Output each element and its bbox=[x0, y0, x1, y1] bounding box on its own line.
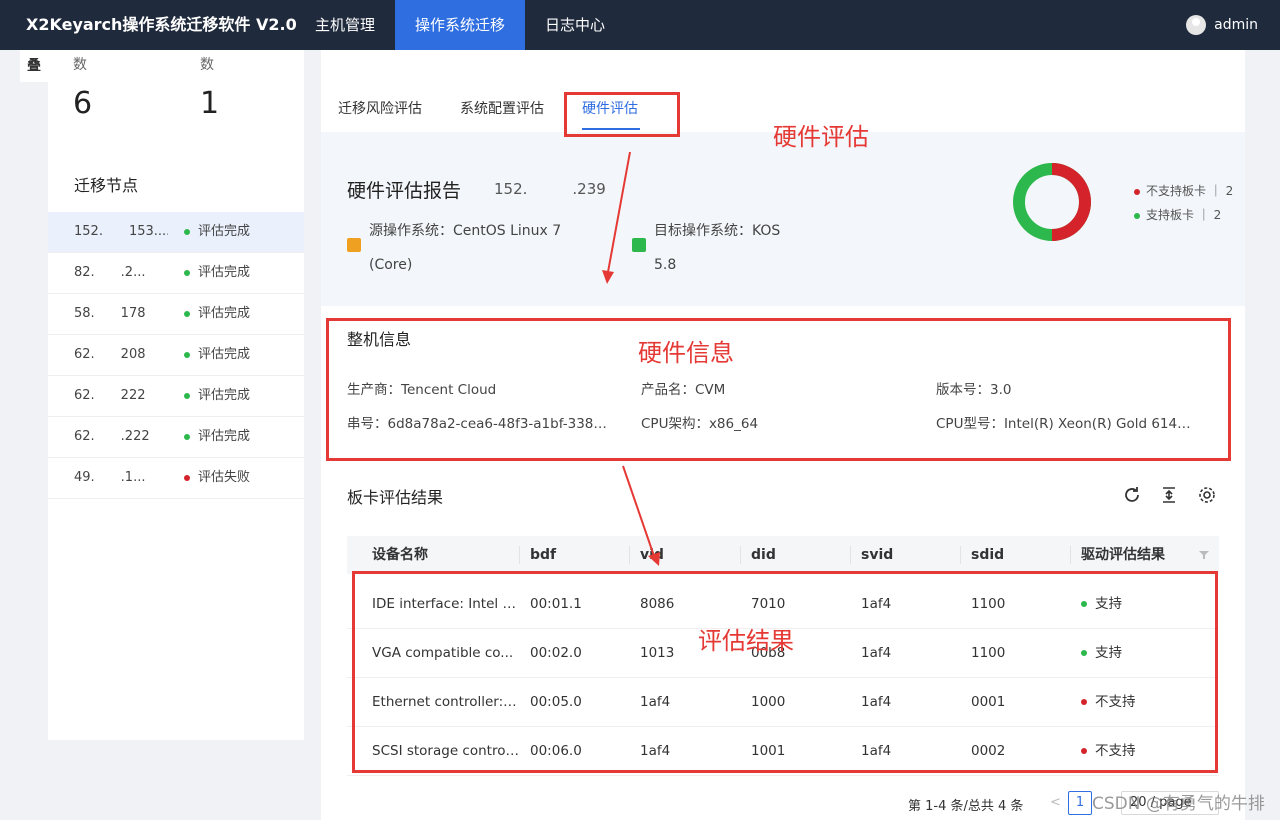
status-dot-icon bbox=[184, 433, 190, 440]
col-divider bbox=[740, 546, 741, 564]
target-os-icon bbox=[632, 238, 646, 252]
status-dot-icon bbox=[184, 228, 190, 235]
user-menu[interactable]: admin bbox=[1186, 0, 1258, 50]
top-bar: X2Keyarch操作系统迁移软件 V2.0 主机管理 操作系统迁移 日志中心 … bbox=[0, 0, 1280, 50]
col-divider bbox=[519, 546, 520, 564]
node-status: 评估完成 bbox=[198, 224, 251, 239]
col-divider bbox=[850, 546, 851, 564]
node-status: 评估完成 bbox=[198, 347, 251, 362]
legend-supported: 支持板卡 ｜ 2 bbox=[1134, 206, 1221, 223]
density-icon[interactable] bbox=[1158, 484, 1180, 506]
target-os: 目标操作系统：KOS 5.8 bbox=[654, 214, 780, 282]
app-title: X2Keyarch操作系统迁移软件 V2.0 bbox=[26, 15, 297, 34]
node-item[interactable]: 62. 222 评估完成 bbox=[48, 376, 304, 417]
status-dot-icon bbox=[184, 310, 190, 317]
annotation-label: 评估结果 bbox=[698, 627, 794, 655]
node-ip: 62. 208 bbox=[74, 347, 146, 362]
node-panel: 数 6 数 1 迁移节点 152. 153.... 评估完成 82. .2... 评… bbox=[48, 50, 304, 740]
tab-migration-risk[interactable]: 迁移风险评估 bbox=[338, 98, 422, 118]
legend-unsupported: 不支持板卡 ｜ 2 bbox=[1134, 182, 1233, 199]
nav-log-center[interactable]: 日志中心 bbox=[526, 0, 624, 50]
stat-label: 数 bbox=[73, 57, 87, 73]
legend-dot-icon bbox=[1134, 188, 1140, 195]
status-dot-icon bbox=[184, 474, 190, 481]
legend-label: 不支持板卡 ｜ 2 bbox=[1146, 184, 1234, 198]
legend-label: 支持板卡 ｜ 2 bbox=[1146, 208, 1222, 222]
annotation-box-hardware-tab bbox=[564, 92, 680, 137]
node-item[interactable]: 152. 153.... 评估完成 bbox=[48, 212, 304, 253]
node-status: 评估完成 bbox=[198, 265, 251, 280]
node-list-title: 迁移节点 bbox=[74, 176, 139, 195]
node-status: 评估完成 bbox=[198, 388, 251, 403]
col-driver-result[interactable]: 驱动评估结果 bbox=[1081, 536, 1165, 574]
col-divider bbox=[960, 546, 961, 564]
collapse-tab[interactable]: 叠 bbox=[20, 50, 48, 82]
node-ip: 62. 222 bbox=[74, 388, 146, 403]
node-item[interactable]: 49. .1... 评估失败 bbox=[48, 458, 304, 499]
col-svid[interactable]: svid bbox=[861, 536, 893, 574]
table-header: 设备名称 bdf vid did svid sdid 驱动评估结果 bbox=[347, 536, 1219, 574]
nav-os-migration[interactable]: 操作系统迁移 bbox=[395, 0, 525, 50]
source-os: 源操作系统：CentOS Linux 7 (Core) bbox=[369, 214, 561, 282]
report-summary: 硬件评估报告 152. .239 源操作系统：CentOS Linux 7 (Co… bbox=[321, 132, 1245, 306]
node-ip: 152. 153.... bbox=[74, 224, 168, 239]
target-os-label-cont: 5.8 bbox=[654, 257, 677, 273]
col-vid[interactable]: vid bbox=[640, 536, 664, 574]
refresh-icon[interactable] bbox=[1121, 484, 1143, 506]
node-status: 评估失败 bbox=[198, 470, 251, 485]
nav-host-management[interactable]: 主机管理 bbox=[296, 0, 394, 50]
status-dot-icon bbox=[184, 351, 190, 358]
status-dot-icon bbox=[184, 392, 190, 399]
col-divider bbox=[629, 546, 630, 564]
annotation-label: 硬件评估 bbox=[773, 123, 869, 151]
target-os-label: 目标操作系统：KOS bbox=[654, 223, 781, 239]
watermark: CSDN @有勇气的牛排 bbox=[1092, 794, 1265, 814]
settings-icon[interactable] bbox=[1196, 484, 1218, 506]
col-divider bbox=[1070, 546, 1071, 564]
pagination-summary: 第 1-4 条/总共 4 条 bbox=[908, 799, 1024, 814]
node-status: 评估完成 bbox=[198, 306, 251, 321]
tab-system-config[interactable]: 系统配置评估 bbox=[460, 98, 544, 118]
col-bdf[interactable]: bdf bbox=[530, 536, 556, 574]
node-status: 评估完成 bbox=[198, 429, 251, 444]
node-item[interactable]: 62. .222 评估完成 bbox=[48, 417, 304, 458]
report-ip: 152. .239 bbox=[494, 180, 606, 198]
node-ip: 58. 178 bbox=[74, 306, 146, 321]
node-item[interactable]: 62. 208 评估完成 bbox=[48, 335, 304, 376]
page-1-button[interactable]: 1 bbox=[1068, 791, 1092, 815]
node-item[interactable]: 58. 178 评估完成 bbox=[48, 294, 304, 335]
node-item[interactable]: 82. .2... 评估完成 bbox=[48, 253, 304, 294]
node-ip: 49. .1... bbox=[74, 470, 146, 485]
stat-label: 数 bbox=[200, 57, 214, 73]
donut-unsupported bbox=[1051, 163, 1091, 241]
node-ip: 62. .222 bbox=[74, 429, 150, 444]
status-dot-icon bbox=[184, 269, 190, 276]
prev-page-button[interactable]: < bbox=[1050, 795, 1061, 810]
user-name: admin bbox=[1214, 17, 1258, 33]
col-did[interactable]: did bbox=[751, 536, 776, 574]
source-os-icon bbox=[347, 238, 361, 252]
annotation-label: 硬件信息 bbox=[638, 339, 734, 367]
avatar-icon bbox=[1186, 15, 1207, 35]
filter-icon[interactable] bbox=[1199, 550, 1209, 560]
card-results-title: 板卡评估结果 bbox=[347, 488, 444, 507]
legend-dot-icon bbox=[1134, 212, 1140, 219]
node-ip: 82. .2... bbox=[74, 265, 146, 280]
report-title: 硬件评估报告 bbox=[347, 180, 462, 202]
annotation-box-machine-info bbox=[326, 318, 1231, 461]
source-os-label-cont: (Core) bbox=[369, 257, 413, 273]
stat-value: 6 bbox=[73, 86, 93, 121]
stat-value: 1 bbox=[200, 86, 220, 121]
col-device-name[interactable]: 设备名称 bbox=[372, 536, 428, 574]
annotation-box-results bbox=[352, 571, 1218, 773]
source-os-label: 源操作系统：CentOS Linux 7 bbox=[369, 223, 562, 239]
node-list: 152. 153.... 评估完成 82. .2... 评估完成 58. 178 评估… bbox=[48, 212, 304, 499]
col-sdid[interactable]: sdid bbox=[971, 536, 1004, 574]
support-donut-chart bbox=[1013, 163, 1091, 241]
